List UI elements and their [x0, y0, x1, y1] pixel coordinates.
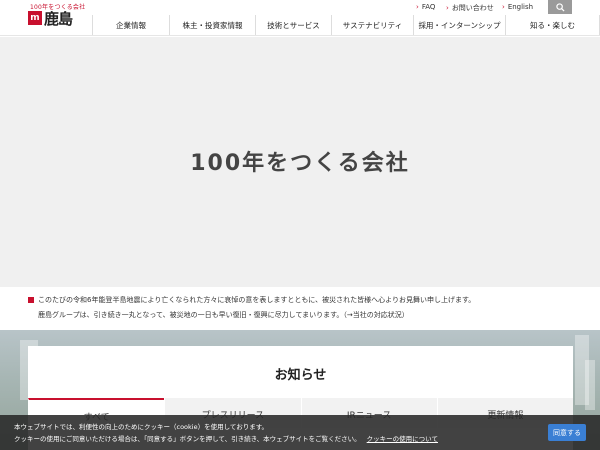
- search-button[interactable]: [548, 0, 572, 14]
- english-link[interactable]: › English: [502, 3, 533, 11]
- search-icon: [555, 2, 565, 12]
- nav-item-sustainability[interactable]: サステナビリティ: [331, 15, 413, 35]
- nav-item-recruit[interactable]: 採用・インターンシップ: [413, 15, 505, 35]
- cookie-agree-button[interactable]: 同意する: [548, 424, 586, 441]
- contact-link[interactable]: › お問い合わせ: [446, 3, 494, 13]
- global-nav: 企業情報 株主・投資家情報 技術とサービス サステナビリティ 採用・インターンシ…: [92, 15, 600, 35]
- english-link-label: English: [507, 3, 534, 11]
- contact-link-label: お問い合わせ: [451, 4, 494, 12]
- nav-item-technology[interactable]: 技術とサービス: [255, 15, 331, 35]
- cookie-text-line-1: 本ウェブサイトでは、利便性の向上のためにクッキー（cookie）を使用しておりま…: [14, 423, 269, 431]
- nav-item-company[interactable]: 企業情報: [92, 15, 169, 35]
- cookie-banner: 本ウェブサイトでは、利便性の向上のためにクッキー（cookie）を使用しておりま…: [0, 415, 600, 450]
- hero-section: 100年をつくる会社: [0, 37, 600, 287]
- chevron-right-icon: ›: [446, 4, 449, 12]
- site-header: 100年をつくる会社 m 鹿島 › FAQ › お問い合わせ › English…: [0, 0, 600, 36]
- nav-item-enjoy[interactable]: 知る・楽しむ: [505, 15, 600, 35]
- notice-line-1: このたびの令和6年能登半島地震により亡くなられた方々に哀悼の意を表しますとともに…: [38, 296, 476, 304]
- faq-link-label: FAQ: [421, 3, 436, 11]
- chevron-right-icon: ›: [416, 3, 419, 11]
- chevron-right-icon: ›: [502, 3, 505, 11]
- cookie-text-line-2-body: クッキーの使用にご同意いただける場合は、「同意する」ボタンを押して、引き続き、本…: [14, 435, 361, 443]
- notice-line-2[interactable]: 鹿島グループは、引き続き一丸となって、被災地の一日も早い復旧・復興に尽力してまい…: [38, 310, 409, 320]
- hero-title: 100年をつくる会社: [190, 151, 410, 176]
- kajima-logo[interactable]: 100年をつくる会社 m 鹿島: [10, 2, 85, 32]
- news-title: お知らせ: [274, 368, 327, 383]
- notice-marker-icon: [28, 297, 34, 303]
- logo-name: 鹿島: [44, 10, 73, 28]
- cookie-text-line-2: クッキーの使用にご同意いただける場合は、「同意する」ボタンを押して、引き続き、本…: [14, 433, 438, 443]
- faq-link[interactable]: › FAQ: [416, 3, 435, 11]
- cookie-policy-link[interactable]: クッキーの使用について: [367, 435, 438, 443]
- nav-item-ir[interactable]: 株主・投資家情報: [169, 15, 255, 35]
- earthquake-notice: このたびの令和6年能登半島地震により亡くなられた方々に哀悼の意を表しますとともに…: [0, 287, 600, 329]
- logo-mark-icon: m: [28, 11, 42, 25]
